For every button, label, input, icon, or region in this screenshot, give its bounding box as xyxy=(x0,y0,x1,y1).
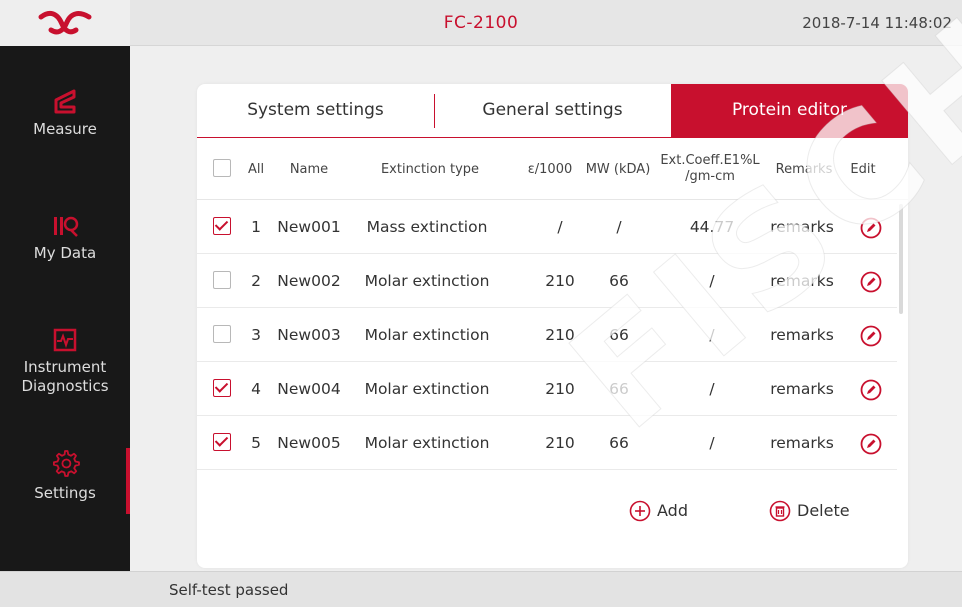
header-epsilon: ε/1000 xyxy=(527,161,573,177)
tab-general-settings[interactable]: General settings xyxy=(434,84,671,137)
header-ext-coeff: Ext.Coeff.E1%L /gm-cm xyxy=(657,138,763,200)
status-text: Self-test passed xyxy=(169,581,289,599)
epsilon-value: 210 xyxy=(545,326,575,344)
epsilon-value: 210 xyxy=(545,434,575,452)
edit-cell xyxy=(845,362,897,416)
edit-cell xyxy=(845,200,897,254)
protein-name: New001 xyxy=(277,218,341,236)
protein-editor-panel: System settings General settings Protein… xyxy=(197,84,908,568)
tab-protein-editor[interactable]: Protein editor xyxy=(671,84,908,137)
ext-coeff-value: / xyxy=(709,326,715,344)
sidebar-item-label: Instrument Diagnostics xyxy=(21,358,109,395)
extinction-type: Molar extinction xyxy=(364,326,490,344)
remarks-value: remarks xyxy=(770,218,834,236)
sidebar-item-label: My Data xyxy=(33,244,97,262)
header-all: All xyxy=(247,161,265,177)
table-row: 2 New002 Molar extinction 210 66 / remar… xyxy=(197,254,897,308)
epsilon-value: 210 xyxy=(545,380,575,398)
top-bar: FC-2100 2018-7-14 11:48:02 xyxy=(0,0,962,46)
mw-value: 66 xyxy=(609,272,629,290)
edit-cell xyxy=(845,254,897,308)
extinction-type: Molar extinction xyxy=(364,434,490,452)
my-data-icon xyxy=(54,216,79,237)
sidebar-item-my-data[interactable]: My Data xyxy=(0,214,130,263)
remarks-value: remarks xyxy=(770,272,834,290)
edit-icon[interactable] xyxy=(860,379,882,401)
edit-icon[interactable] xyxy=(860,217,882,239)
mw-value: 66 xyxy=(609,326,629,344)
sidebar-item-label: Measure xyxy=(33,120,97,138)
mw-value: 66 xyxy=(609,380,629,398)
sidebar: Measure My Data Instrument Diagnostics S… xyxy=(0,46,130,571)
table-actions: Add Delete xyxy=(197,470,908,550)
table-row: 1 New001 Mass extinction / / 44.77 remar… xyxy=(197,200,897,254)
protein-name: New003 xyxy=(277,326,341,344)
extinction-type: Mass extinction xyxy=(366,218,488,236)
sidebar-item-instrument-diagnostics[interactable]: Instrument Diagnostics xyxy=(0,328,130,396)
extinction-type: Molar extinction xyxy=(364,272,490,290)
header-edit: Edit xyxy=(850,161,876,177)
header-extinction-type: Extinction type xyxy=(380,161,480,177)
remarks-value: remarks xyxy=(770,434,834,452)
datetime: 2018-7-14 11:48:02 xyxy=(802,14,952,32)
edit-cell xyxy=(845,308,897,362)
header-ext-coeff-line1: Ext.Coeff.E1%L xyxy=(660,153,760,168)
extinction-type: Molar extinction xyxy=(364,380,490,398)
epsilon-value: / xyxy=(557,218,563,236)
status-bar: Self-test passed xyxy=(0,571,962,607)
header-mw: MW (kDA) xyxy=(585,161,651,177)
ext-coeff-value: 44.77 xyxy=(689,218,735,236)
row-number: 5 xyxy=(251,434,261,452)
mw-value: 66 xyxy=(609,434,629,452)
header-ext-coeff-line2: /gm-cm xyxy=(685,169,735,184)
delete-button-label: Delete xyxy=(797,501,850,520)
add-button-label: Add xyxy=(657,501,688,520)
delete-button[interactable]: Delete xyxy=(769,496,850,526)
header-name: Name xyxy=(289,161,329,177)
edit-icon[interactable] xyxy=(860,325,882,347)
row-number: 3 xyxy=(251,326,261,344)
table-row: 5 New005 Molar extinction 210 66 / remar… xyxy=(197,416,897,470)
settings-tabs: System settings General settings Protein… xyxy=(197,84,908,138)
ext-coeff-value: / xyxy=(709,272,715,290)
measure-icon xyxy=(54,89,76,114)
gear-icon xyxy=(53,450,80,477)
diagnostics-icon xyxy=(53,328,77,352)
edit-icon[interactable] xyxy=(860,433,882,455)
table-row: 3 New003 Molar extinction 210 66 / remar… xyxy=(197,308,897,362)
table-scrollbar[interactable] xyxy=(899,204,903,314)
table-header: All Name Extinction type ε/1000 MW (kDA)… xyxy=(197,138,908,200)
epsilon-value: 210 xyxy=(545,272,575,290)
sidebar-item-label: Settings xyxy=(34,484,96,502)
ext-coeff-value: / xyxy=(709,434,715,452)
protein-name: New002 xyxy=(277,272,341,290)
edit-cell xyxy=(845,416,897,470)
row-checkbox[interactable] xyxy=(213,217,231,235)
row-number: 2 xyxy=(251,272,261,290)
select-all-checkbox[interactable] xyxy=(213,159,231,177)
row-checkbox[interactable] xyxy=(213,325,231,343)
remarks-value: remarks xyxy=(770,326,834,344)
header-remarks: Remarks xyxy=(775,161,833,177)
active-nav-indicator xyxy=(126,448,130,514)
sidebar-item-measure[interactable]: Measure xyxy=(0,88,130,139)
trash-icon xyxy=(769,500,791,522)
row-number: 1 xyxy=(251,218,261,236)
table-row: 4 New004 Molar extinction 210 66 / remar… xyxy=(197,362,897,416)
mw-value: / xyxy=(616,218,622,236)
add-button[interactable]: Add xyxy=(629,496,688,526)
sidebar-item-settings[interactable]: Settings xyxy=(0,448,130,503)
row-checkbox[interactable] xyxy=(213,379,231,397)
edit-icon[interactable] xyxy=(860,271,882,293)
plus-circle-icon xyxy=(629,500,651,522)
row-number: 4 xyxy=(251,380,261,398)
protein-name: New005 xyxy=(277,434,341,452)
protein-name: New004 xyxy=(277,380,341,398)
remarks-value: remarks xyxy=(770,380,834,398)
row-checkbox[interactable] xyxy=(213,271,231,289)
ext-coeff-value: / xyxy=(709,380,715,398)
tab-system-settings[interactable]: System settings xyxy=(197,84,434,137)
row-checkbox[interactable] xyxy=(213,433,231,451)
